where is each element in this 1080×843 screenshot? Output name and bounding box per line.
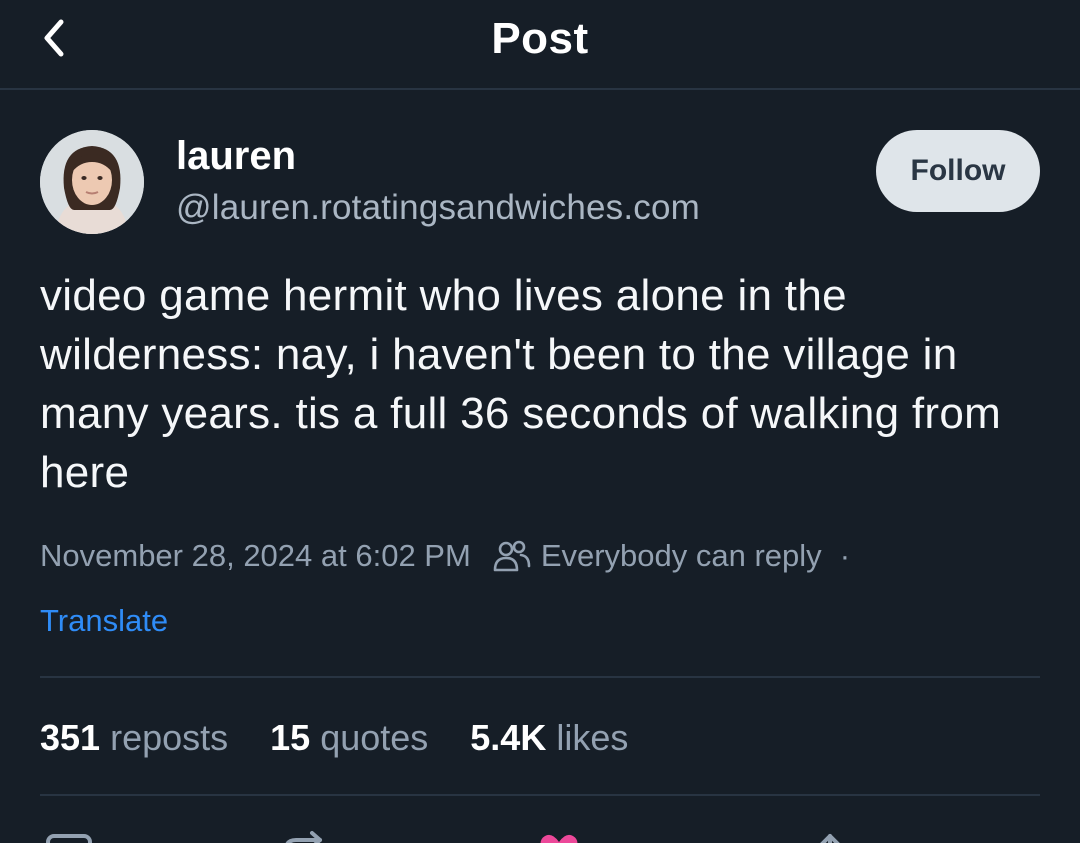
- avatar-image: [40, 130, 144, 234]
- reply-icon: [46, 834, 92, 843]
- like-icon: [540, 834, 578, 843]
- quotes-label: quotes: [320, 717, 429, 758]
- divider: [40, 676, 1040, 678]
- repost-button[interactable]: [282, 830, 326, 843]
- share-button[interactable]: [812, 830, 848, 843]
- share-icon: [820, 834, 840, 843]
- reply-setting[interactable]: Everybody can reply: [541, 538, 822, 574]
- translate-link[interactable]: Translate: [40, 603, 168, 639]
- likes-label: likes: [556, 717, 629, 758]
- post-text: video game hermit who lives alone in the…: [40, 271, 1002, 497]
- follow-button[interactable]: Follow: [876, 130, 1040, 212]
- reposts-label: reposts: [110, 717, 229, 758]
- post-stats: 351 reposts 15 quotes 5.4K likes: [40, 713, 670, 763]
- post-author: lauren @lauren.rotatingsandwiches.com Fo…: [40, 130, 1040, 236]
- quotes-count: 15: [270, 717, 311, 758]
- meta-separator: ·: [839, 538, 851, 573]
- avatar[interactable]: [40, 130, 144, 234]
- action-bar: [0, 820, 1080, 843]
- top-bar: Post: [0, 0, 1080, 90]
- reposts-stat[interactable]: 351 reposts: [40, 717, 228, 759]
- like-button[interactable]: [536, 830, 582, 843]
- page-title: Post: [491, 14, 589, 63]
- likes-count: 5.4K: [470, 717, 547, 758]
- likes-stat[interactable]: 5.4K likes: [470, 717, 628, 759]
- post-meta: November 28, 2024 at 6:02 PM Everybody c…: [40, 534, 1050, 578]
- quotes-stat[interactable]: 15 quotes: [270, 717, 428, 759]
- divider: [40, 794, 1040, 796]
- reply-button[interactable]: [46, 830, 92, 843]
- reposts-count: 351: [40, 717, 101, 758]
- people-icon: [493, 539, 531, 573]
- repost-icon: [285, 831, 322, 843]
- author-display-name[interactable]: lauren: [176, 134, 296, 179]
- author-handle[interactable]: @lauren.rotatingsandwiches.com: [176, 188, 700, 228]
- post-timestamp[interactable]: November 28, 2024 at 6:02 PM: [40, 538, 471, 574]
